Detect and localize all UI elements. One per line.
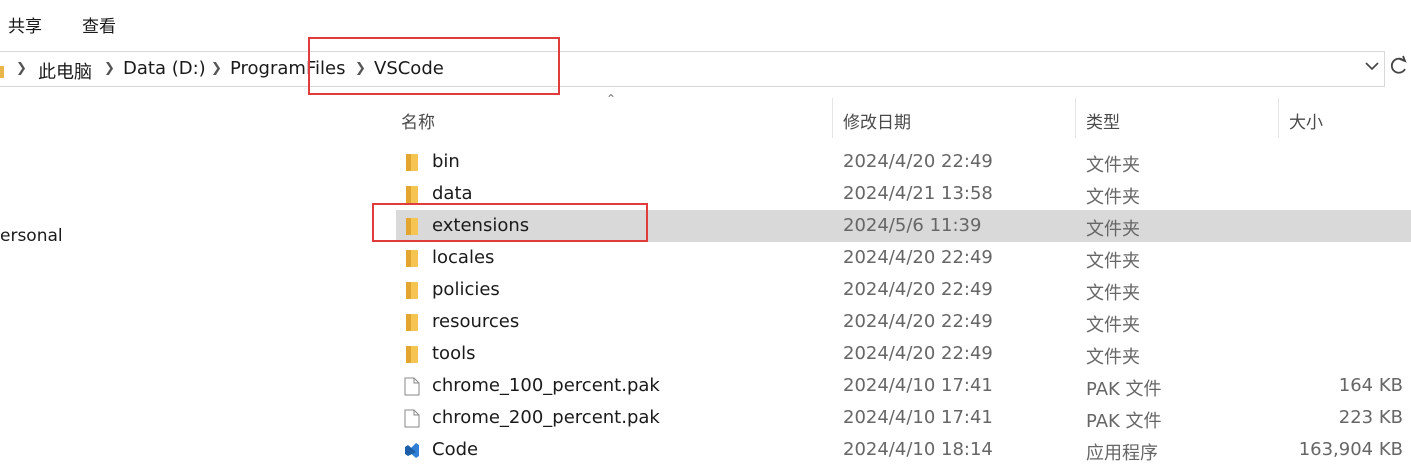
file-type: 文件夹 [1086,187,1140,208]
file-date: 2024/4/20 22:49 [843,311,993,332]
file-name: data [432,183,473,204]
file-type: 文件夹 [1086,347,1140,368]
file-type: PAK 文件 [1086,411,1162,432]
file-type: 文件夹 [1086,219,1140,240]
column-headers: ⌃ 名称 修改日期 类型 大小 [380,92,1411,138]
folder-icon [404,345,420,364]
file-date: 2024/4/20 22:49 [843,279,993,300]
file-size: 164 KB [1338,375,1403,396]
breadcrumb-vscode[interactable]: VSCode [374,58,444,79]
folder-icon [404,249,420,268]
address-bar-row: ❯ 此电脑 ❯ Data (D:) ❯ ProgramFiles ❯ VSCod… [0,44,1411,96]
folder-icon [404,313,420,332]
file-type: PAK 文件 [1086,379,1162,400]
file-list: bin 2024/4/20 22:49 文件夹 data 2024/4/21 13:58… [380,146,1411,464]
file-type: 文件夹 [1086,251,1140,272]
address-bar[interactable]: ❯ 此电脑 ❯ Data (D:) ❯ ProgramFiles ❯ VSCod… [0,51,1385,87]
file-name: tools [432,343,476,364]
file-date: 2024/4/10 17:41 [843,407,993,428]
sort-ascending-icon: ⌃ [606,92,617,106]
vscode-icon [404,441,420,460]
file-row[interactable]: chrome_100_percent.pak 2024/4/10 17:41 PAK… [396,370,1411,402]
ribbon-tab-view[interactable]: 查看 [82,12,116,37]
ribbon-tab-share[interactable]: 共享 [8,12,42,37]
file-row[interactable]: policies 2024/4/20 22:49 文件夹 [396,274,1411,306]
file-name: locales [432,247,495,268]
file-date: 2024/4/10 18:14 [843,439,993,460]
file-name: extensions [432,215,530,236]
file-row[interactable]: chrome_200_percent.pak 2024/4/10 17:41 PAK… [396,402,1411,434]
file-icon [404,409,420,428]
breadcrumb-drive[interactable]: Data (D:) [123,58,206,79]
file-name: Code [432,439,479,460]
folder-icon [404,281,420,300]
folder-icon [0,66,4,78]
file-type: 应用程序 [1086,443,1158,464]
file-row[interactable]: extensions 2024/5/6 11:39 文件夹 [396,210,1411,242]
file-date: 2024/4/20 22:49 [843,151,993,172]
column-header-type[interactable]: 类型 [1086,108,1120,133]
file-name: chrome_100_percent.pak [432,375,660,396]
file-size: 163,904 KB [1298,439,1403,460]
chevron-right-icon[interactable]: ❯ [104,61,115,76]
file-name: policies [432,279,500,300]
file-date: 2024/5/6 11:39 [843,215,982,236]
nav-item-personal[interactable]: ersonal [0,226,63,246]
column-divider[interactable] [832,98,833,138]
file-row[interactable]: tools 2024/4/20 22:49 文件夹 [396,338,1411,370]
column-divider[interactable] [1075,98,1076,138]
chevron-right-icon[interactable]: ❯ [16,61,27,76]
file-row[interactable]: bin 2024/4/20 22:49 文件夹 [396,146,1411,178]
file-type: 文件夹 [1086,315,1140,336]
file-size: 223 KB [1338,407,1403,428]
chevron-right-icon[interactable]: ❯ [355,61,366,76]
column-divider[interactable] [1278,98,1279,138]
breadcrumb-this-pc[interactable]: 此电脑 [38,58,92,84]
chevron-right-icon[interactable]: ❯ [211,61,222,76]
chevron-down-icon[interactable] [1364,58,1380,74]
file-date: 2024/4/20 22:49 [843,343,993,364]
folder-icon [404,185,420,204]
folder-icon [404,153,420,172]
file-date: 2024/4/21 13:58 [843,183,993,204]
file-name: chrome_200_percent.pak [432,407,660,428]
file-date: 2024/4/10 17:41 [843,375,993,396]
breadcrumb-programfiles[interactable]: ProgramFiles [230,58,345,79]
file-name: resources [432,311,520,332]
column-header-name[interactable]: 名称 [401,108,435,133]
file-row[interactable]: Code 2024/4/10 18:14 应用程序 163,904 KB [396,434,1411,466]
column-header-size[interactable]: 大小 [1289,108,1323,133]
refresh-icon[interactable] [1389,55,1409,77]
folder-icon [404,217,420,236]
ribbon-bar: 共享 查看 [0,0,1411,44]
file-type: 文件夹 [1086,283,1140,304]
file-icon [404,377,420,396]
file-type: 文件夹 [1086,155,1140,176]
file-row[interactable]: data 2024/4/21 13:58 文件夹 [396,178,1411,210]
file-name: bin [432,151,460,172]
file-row[interactable]: resources 2024/4/20 22:49 文件夹 [396,306,1411,338]
file-row[interactable]: locales 2024/4/20 22:49 文件夹 [396,242,1411,274]
file-date: 2024/4/20 22:49 [843,247,993,268]
column-header-date[interactable]: 修改日期 [843,108,911,133]
